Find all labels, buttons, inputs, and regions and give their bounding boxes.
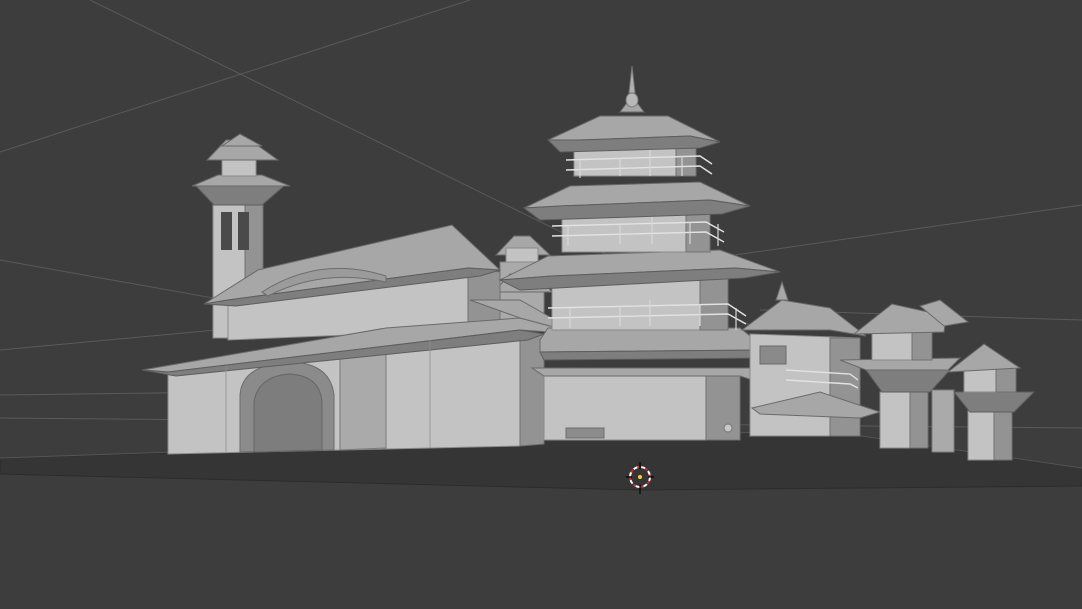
- 3d-viewport[interactable]: [0, 0, 1082, 609]
- side-pavilion[interactable]: [740, 280, 882, 437]
- lantern-pillars[interactable]: [839, 299, 1036, 461]
- viewport-canvas[interactable]: [0, 0, 1082, 609]
